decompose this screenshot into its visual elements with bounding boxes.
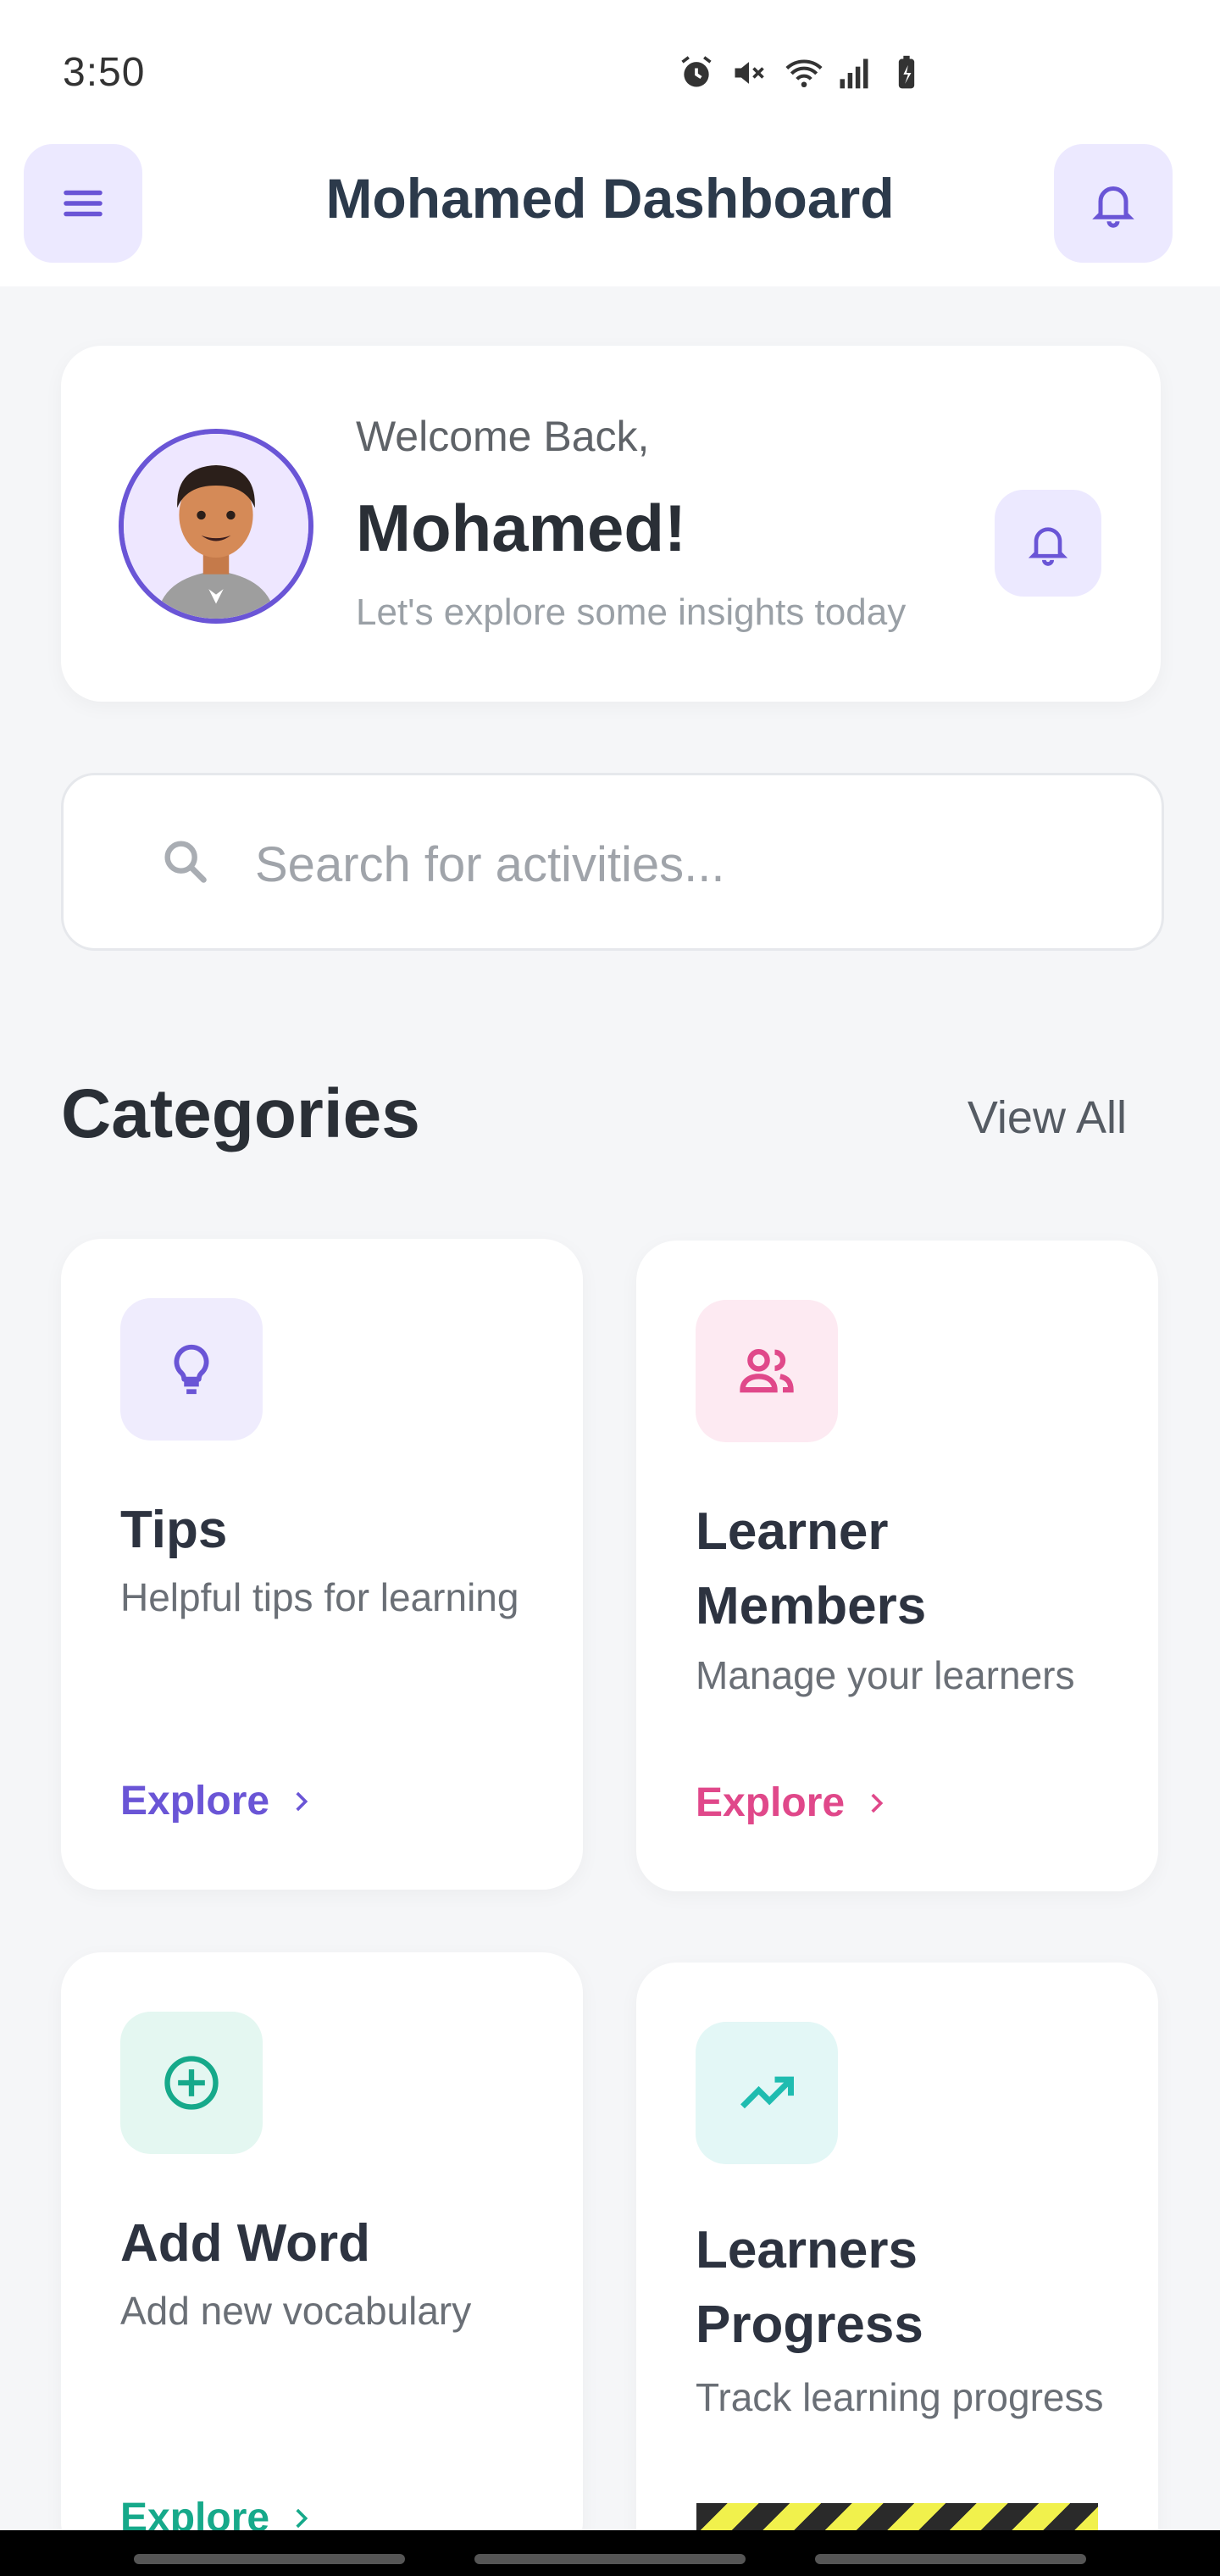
category-description: Track learning progress	[696, 2375, 1104, 2419]
nav-handle	[134, 2554, 405, 2564]
people-icon	[740, 1349, 794, 1393]
category-card-learner-members[interactable]: Learner Members Manage your learners Exp…	[636, 1241, 1158, 1891]
bell-icon	[1028, 527, 1068, 566]
add-circle-icon	[164, 2056, 219, 2110]
notifications-button[interactable]	[1054, 144, 1173, 263]
category-title: Learners Progress	[696, 2221, 923, 2354]
view-all-link[interactable]: View All	[968, 1091, 1127, 1144]
explore-link[interactable]: Explore	[696, 1779, 890, 1826]
tips-icon-box	[120, 1298, 263, 1441]
category-description: Add new vocabulary	[120, 2289, 472, 2333]
progress-icon-box	[696, 2022, 838, 2164]
mute-icon	[730, 54, 768, 92]
chevron-right-icon	[871, 1793, 884, 1813]
alarm-icon	[678, 54, 715, 92]
category-card-tips[interactable]: Tips Helpful tips for learning Explore	[61, 1239, 583, 1890]
bell-icon	[1092, 186, 1134, 228]
battery-icon	[888, 54, 925, 92]
category-card-learners-progress[interactable]: Learners Progress Track learning progres…	[636, 1963, 1158, 2573]
welcome-greeting: Welcome Back,	[356, 413, 650, 460]
explore-label: Explore	[120, 1779, 270, 1824]
status-bar: 3:50 Mohamed Dashboard	[0, 0, 1220, 263]
category-description: Helpful tips for learning	[120, 1575, 519, 1619]
trending-up-icon	[740, 2076, 794, 2109]
welcome-subtitle: Let's explore some insights today	[356, 591, 907, 633]
chevron-right-icon	[296, 2508, 308, 2528]
category-description: Manage your learners	[696, 1653, 1075, 1697]
welcome-bell-button[interactable]	[995, 490, 1101, 597]
wifi-icon	[783, 54, 823, 92]
avatar	[119, 429, 313, 624]
status-icons	[678, 53, 925, 93]
overflow-warning-stripes	[696, 2503, 1098, 2532]
system-nav-bar	[0, 2530, 1220, 2576]
avatar-illustration	[124, 434, 308, 619]
category-title: Tips	[120, 1501, 228, 1559]
chevron-right-icon	[296, 1791, 308, 1811]
add-word-icon-box	[120, 2012, 263, 2154]
categories-title: Categories	[61, 1075, 420, 1152]
category-title: Learner Members	[696, 1502, 927, 1635]
category-card-add-word[interactable]: Add Word Add new vocabulary Explore	[61, 1952, 583, 2562]
nav-handle	[815, 2554, 1086, 2564]
category-title: Add Word	[120, 2214, 371, 2273]
nav-handle	[474, 2554, 746, 2564]
explore-label: Explore	[696, 1780, 846, 1825]
page-title: Mohamed Dashboard	[325, 167, 895, 230]
signal-icon	[835, 54, 873, 92]
welcome-card: Welcome Back, Mohamed! Let's explore som…	[61, 346, 1161, 702]
search-input[interactable]: Search for activities...	[61, 773, 1164, 951]
lightbulb-icon	[174, 1344, 209, 1395]
learners-icon-box	[696, 1300, 838, 1442]
welcome-name: Mohamed!	[356, 491, 686, 565]
search-icon	[164, 841, 207, 883]
explore-link[interactable]: Explore	[120, 1778, 315, 1824]
status-time: 3:50	[63, 50, 146, 95]
search-placeholder: Search for activities...	[255, 837, 725, 892]
